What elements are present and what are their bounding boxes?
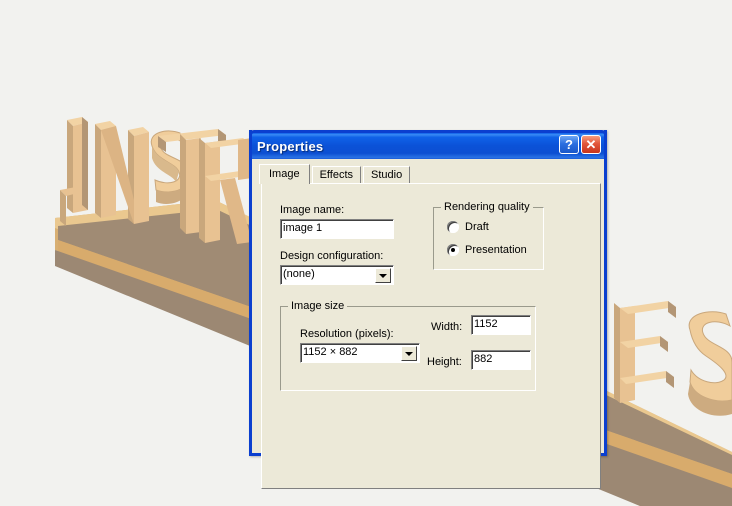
screen: Properties ? ✕ Image Effects Studio Imag… <box>0 0 732 506</box>
height-label: Height: <box>427 356 462 368</box>
help-button[interactable]: ? <box>559 135 579 154</box>
question-mark-icon: ? <box>565 137 573 152</box>
close-button[interactable]: ✕ <box>581 135 601 154</box>
dialog-titlebar[interactable]: Properties ? ✕ <box>249 130 607 159</box>
resolution-dropdown[interactable]: 1152 × 882 <box>300 343 420 363</box>
design-configuration-label: Design configuration: <box>280 250 384 262</box>
tab-studio[interactable]: Studio <box>363 166 411 184</box>
design-configuration-value: (none) <box>283 268 315 280</box>
resolution-value: 1152 × 882 <box>303 346 358 358</box>
tab-effects-label: Effects <box>319 169 354 181</box>
radio-presentation-label: Presentation <box>465 244 527 256</box>
chevron-down-icon[interactable] <box>375 268 391 283</box>
image-size-label: Image size <box>288 300 348 312</box>
dialog-title: Properties <box>257 138 324 154</box>
tab-panel-content: Image name: image 1 Design configuration… <box>262 184 600 488</box>
radio-presentation[interactable]: Presentation <box>447 244 527 256</box>
tab-studio-label: Studio <box>371 169 403 181</box>
titlebar-button-group: ? ✕ <box>559 135 601 154</box>
height-input[interactable]: 882 <box>471 350 531 370</box>
image-name-input[interactable]: image 1 <box>280 219 394 239</box>
width-label: Width: <box>431 321 463 333</box>
tab-image-label: Image <box>269 168 300 180</box>
radio-draft-indicator <box>447 221 459 233</box>
tab-effects[interactable]: Effects <box>311 166 362 184</box>
width-input[interactable]: 1152 <box>471 315 531 335</box>
tab-panel-image: Image name: image 1 Design configuration… <box>261 183 601 489</box>
properties-dialog[interactable]: Properties ? ✕ Image Effects Studio Imag… <box>249 130 607 489</box>
letter-I <box>67 117 88 213</box>
radio-draft-label: Draft <box>465 221 489 233</box>
radio-presentation-indicator <box>447 244 459 256</box>
image-name-label: Image name: <box>280 204 345 216</box>
chevron-down-icon-resolution[interactable] <box>401 346 417 361</box>
design-configuration-dropdown[interactable]: (none) <box>280 265 394 285</box>
tab-strip: Image Effects Studio <box>259 164 601 184</box>
resolution-label: Resolution (pixels): <box>300 328 394 340</box>
rendering-quality-label: Rendering quality <box>441 201 533 213</box>
radio-draft[interactable]: Draft <box>447 221 489 233</box>
image-size-group: Image size Resolution (pixels): 1152 × 8… <box>280 300 536 391</box>
rendering-quality-group: Rendering quality Draft Presentation <box>433 201 544 270</box>
close-x-icon: ✕ <box>585 137 597 152</box>
tab-image[interactable]: Image <box>259 164 310 184</box>
